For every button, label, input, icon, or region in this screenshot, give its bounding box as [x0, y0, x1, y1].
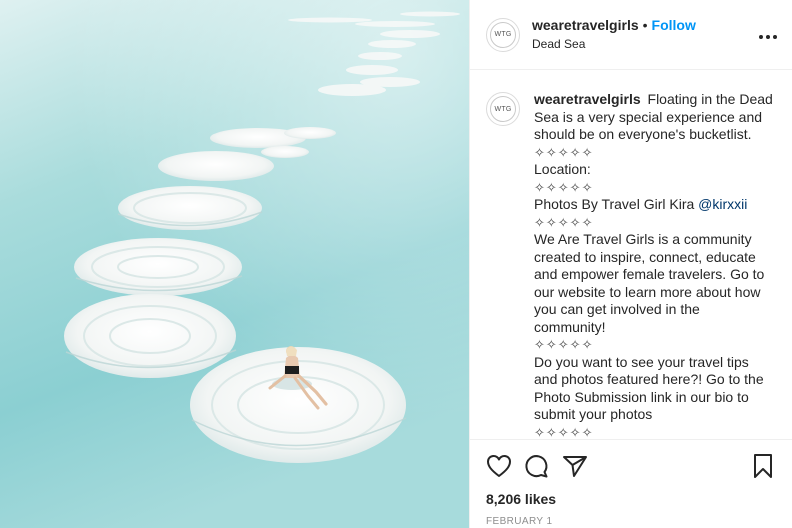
caption-divider: ✧✧✧✧✧	[534, 337, 594, 352]
caption-submission: Do you want to see your travel tips and …	[534, 353, 764, 423]
caption-community: We Are Travel Girls is a community creat…	[534, 231, 765, 335]
share-icon[interactable]	[560, 451, 590, 481]
post-header: WTG wearetravelgirls • Follow Dead Sea	[470, 0, 792, 70]
caption-area[interactable]: WTG wearetravelgirls Floating in the Dea…	[470, 71, 792, 439]
username-link[interactable]: wearetravelgirls	[532, 17, 639, 34]
actions-area: 8,206 likes FEBRUARY 1	[470, 439, 792, 528]
location-link[interactable]: Dead Sea	[532, 36, 754, 53]
credit-text: Photos By Travel Girl Kira	[534, 196, 695, 212]
caption-text: wearetravelgirls Floating in the Dead Se…	[534, 91, 774, 439]
header-row: wearetravelgirls • Follow	[532, 17, 754, 34]
avatar[interactable]: WTG	[486, 17, 520, 52]
caption-location-label: Location:	[534, 161, 591, 177]
caption-block: WTG wearetravelgirls Floating in the Dea…	[486, 91, 778, 439]
dead-sea-photo	[0, 0, 469, 528]
bookmark-icon[interactable]	[748, 451, 778, 481]
avatar-ring	[490, 21, 516, 48]
caption-username-link[interactable]: wearetravelgirls	[534, 91, 641, 107]
post-sidebar: WTG wearetravelgirls • Follow Dead Sea W…	[469, 0, 792, 528]
caption-credit: Photos By Travel Girl Kira @kirxxii	[534, 196, 774, 214]
caption-divider: ✧✧✧✧✧	[534, 144, 594, 160]
more-dots	[759, 35, 777, 39]
caption-intro: wearetravelgirls Floating in the Dead Se…	[534, 91, 774, 144]
post-date[interactable]: FEBRUARY 1	[484, 516, 778, 527]
avatar-ring	[490, 96, 516, 122]
caption-divider: ✧✧✧✧✧	[534, 424, 594, 440]
header-text: wearetravelgirls • Follow Dead Sea	[532, 17, 754, 53]
action-icons	[484, 450, 778, 482]
post-photo[interactable]	[0, 0, 469, 528]
comment-icon[interactable]	[522, 451, 552, 481]
mention-link[interactable]: @kirxxii	[698, 196, 747, 212]
more-options-icon[interactable]	[754, 24, 778, 45]
heart-icon[interactable]	[484, 451, 514, 481]
likes-count[interactable]: 8,206 likes	[484, 491, 778, 507]
follow-button[interactable]: Follow	[652, 17, 696, 34]
caption-divider: ✧✧✧✧✧	[534, 214, 594, 230]
separator-dot: •	[642, 16, 648, 33]
caption-divider: ✧✧✧✧✧	[534, 179, 594, 195]
caption-avatar[interactable]: WTG	[486, 92, 520, 126]
